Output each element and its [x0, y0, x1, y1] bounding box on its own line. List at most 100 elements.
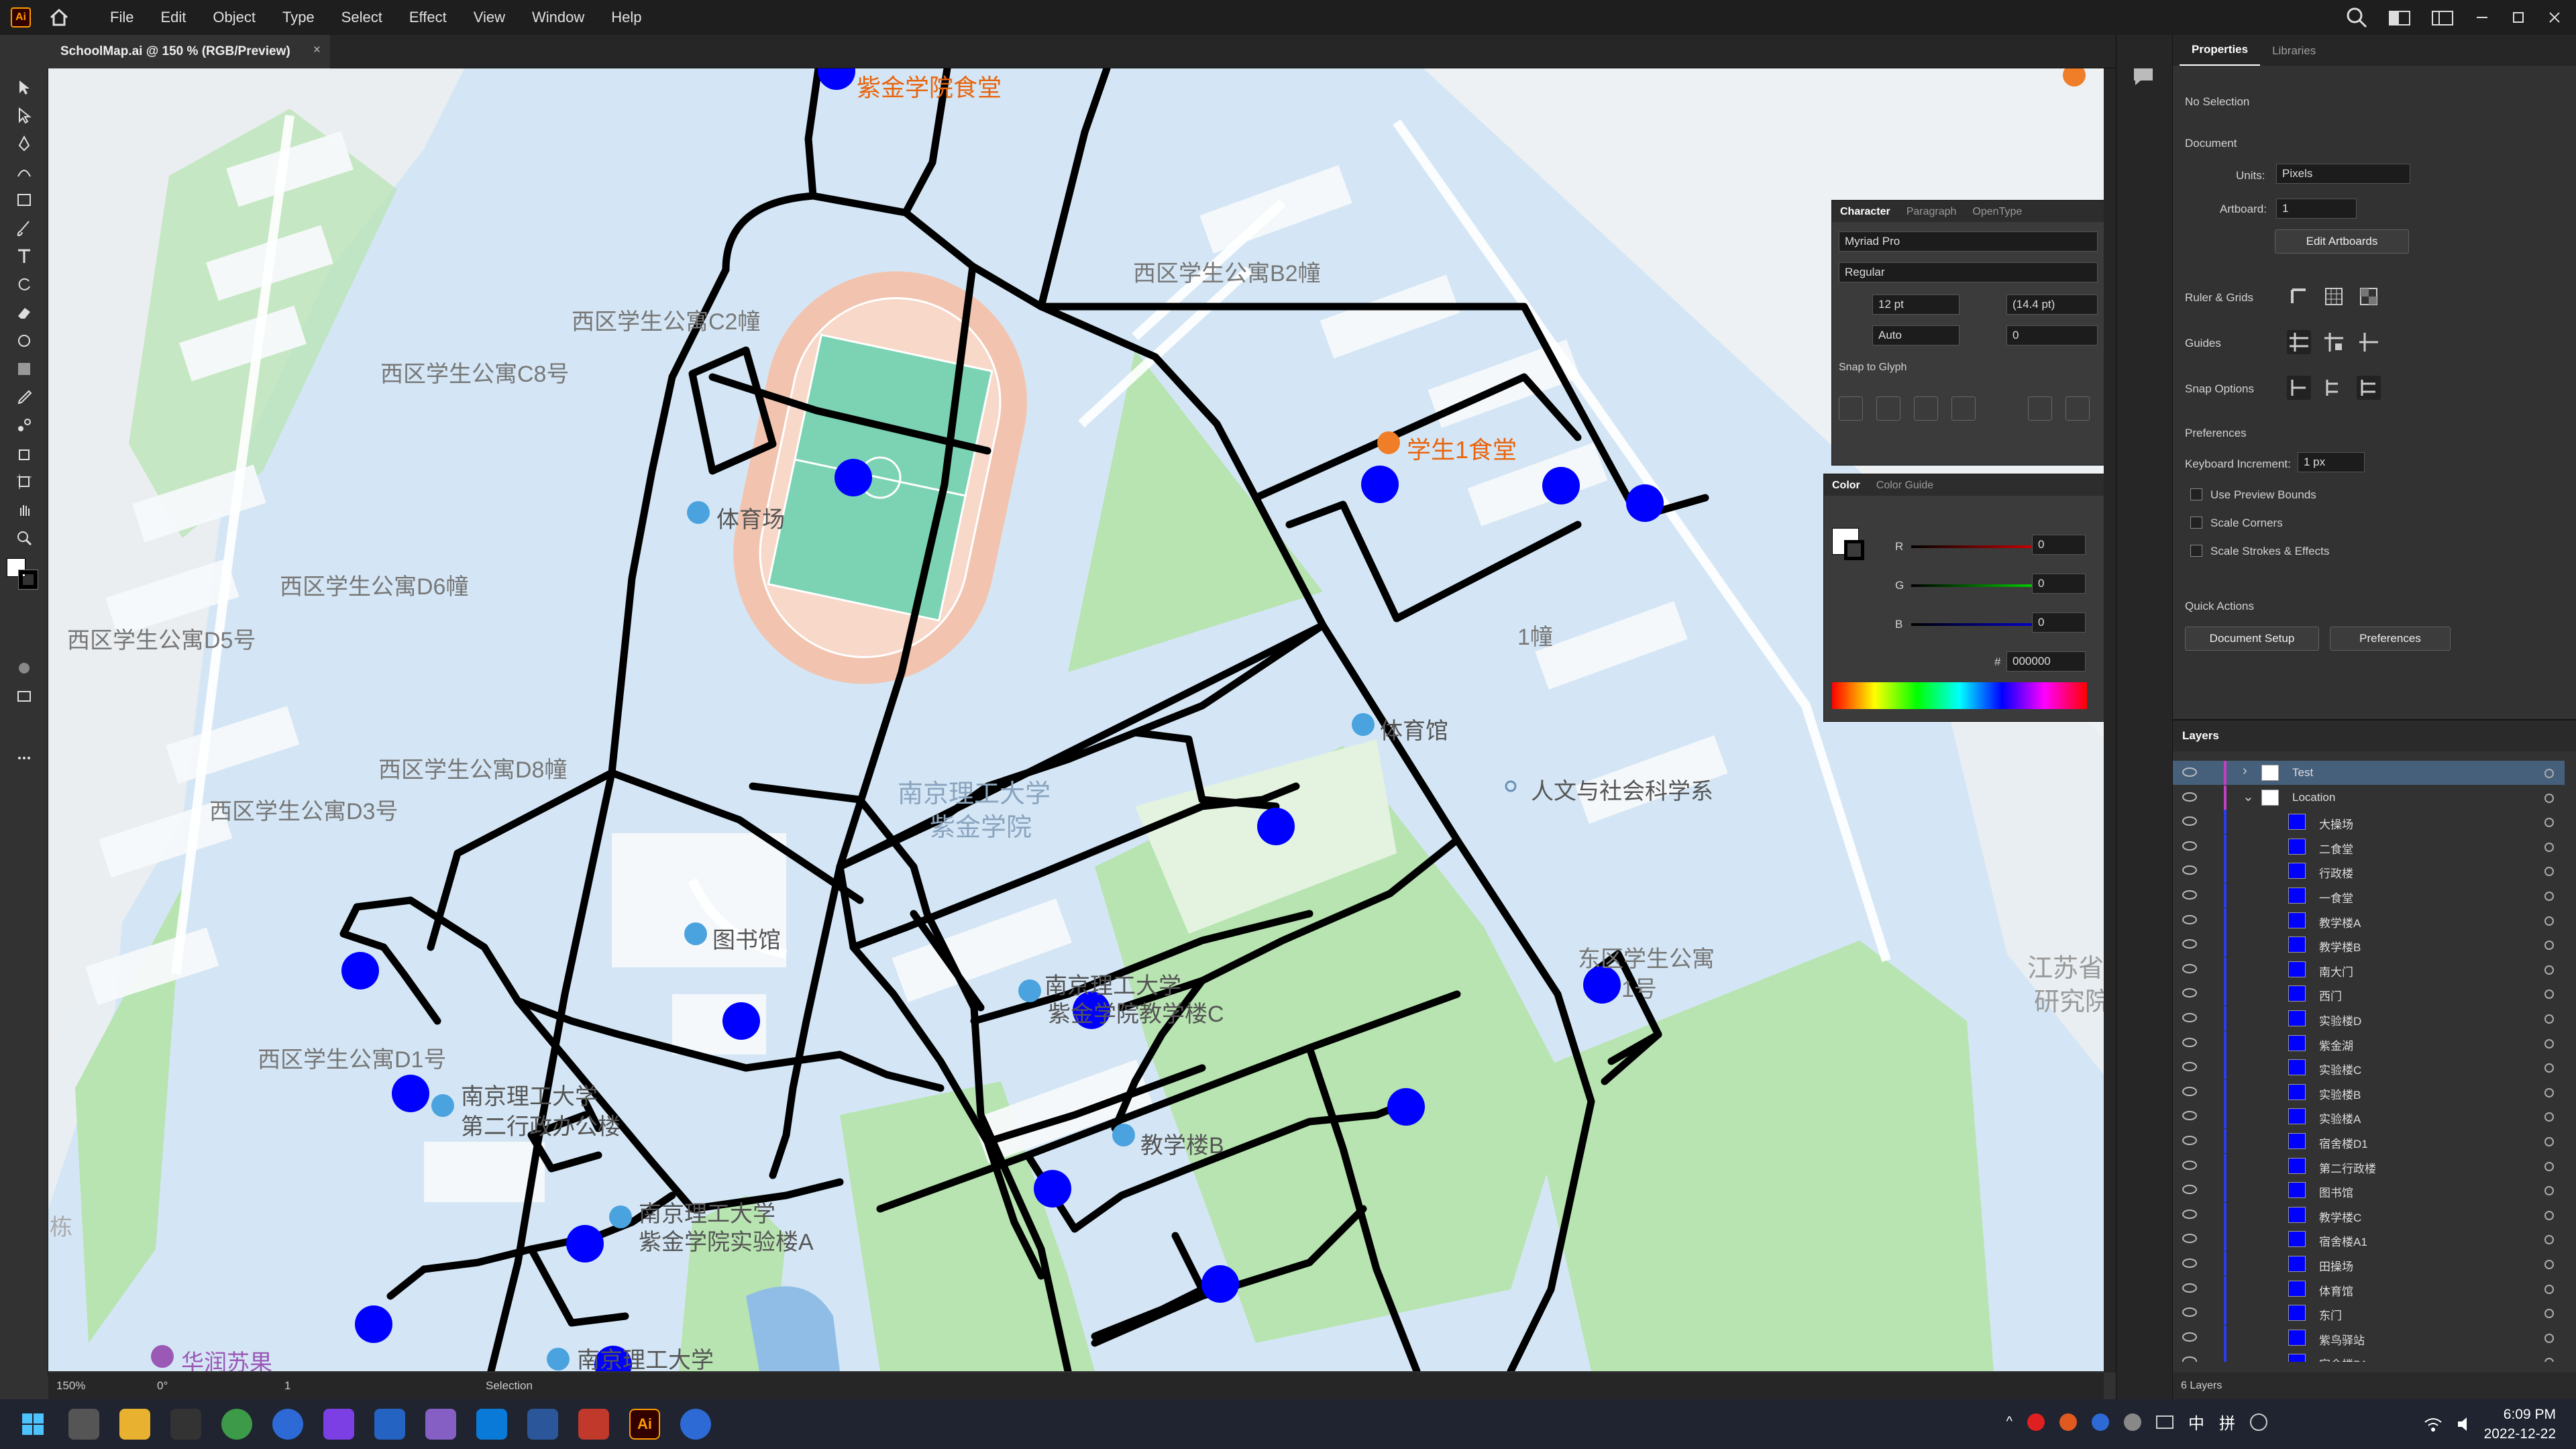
visual-studio-icon[interactable]: [425, 1409, 456, 1440]
visibility-eye-icon[interactable]: [2182, 792, 2197, 802]
target-circle-icon[interactable]: [2544, 1087, 2554, 1097]
menu-effect[interactable]: Effect: [396, 0, 460, 35]
menu-file[interactable]: File: [97, 0, 147, 35]
target-circle-icon[interactable]: [2544, 1161, 2554, 1171]
selection-tool-icon[interactable]: [12, 75, 36, 99]
layer-row[interactable]: 紫鸟驿站: [2173, 1325, 2565, 1350]
document-setup-button[interactable]: Document Setup: [2185, 627, 2319, 651]
hand-tool-icon[interactable]: [12, 498, 36, 522]
target-circle-icon[interactable]: [2544, 769, 2554, 778]
transparency-grid-icon[interactable]: [2357, 284, 2381, 309]
g-field[interactable]: 0: [2032, 574, 2086, 594]
target-circle-icon[interactable]: [2544, 941, 2554, 951]
visibility-eye-icon[interactable]: [2182, 1037, 2197, 1047]
preferences-button[interactable]: Preferences: [2330, 627, 2451, 651]
layer-row[interactable]: 宿舍楼A1: [2173, 1227, 2565, 1252]
wifi-icon[interactable]: [2423, 1414, 2443, 1434]
visibility-eye-icon[interactable]: [2182, 1160, 2197, 1170]
tray-app3-icon[interactable]: [2092, 1413, 2109, 1431]
tab-color-guide[interactable]: Color Guide: [1868, 480, 1941, 496]
visibility-eye-icon[interactable]: [2182, 865, 2197, 875]
word-icon[interactable]: [527, 1409, 558, 1440]
paintbrush-tool-icon[interactable]: [12, 216, 36, 240]
todo-icon[interactable]: [272, 1409, 303, 1440]
current-tool[interactable]: Selection: [486, 1379, 533, 1393]
layer-row[interactable]: 南大门: [2173, 957, 2565, 981]
blend-tool-icon[interactable]: [12, 413, 36, 437]
app-icon[interactable]: [476, 1409, 507, 1440]
menu-edit[interactable]: Edit: [147, 0, 199, 35]
visibility-eye-icon[interactable]: [2182, 1111, 2197, 1121]
snap-xheight-icon[interactable]: [1876, 396, 1900, 421]
tab-color[interactable]: Color: [1824, 480, 1868, 496]
visibility-eye-icon[interactable]: [2182, 767, 2197, 777]
layer-row[interactable]: 东门: [2173, 1301, 2565, 1326]
ruler-icon[interactable]: [2287, 284, 2311, 309]
smart-guides-icon[interactable]: [2357, 330, 2381, 354]
scale-corners-checkbox[interactable]: [2190, 517, 2202, 529]
target-circle-icon[interactable]: [2544, 1063, 2554, 1073]
snap-anchor-icon[interactable]: [2065, 396, 2090, 421]
visibility-eye-icon[interactable]: [2182, 1258, 2197, 1268]
snap-to-point-icon[interactable]: [2287, 376, 2311, 400]
snap-glyph-bounds-icon[interactable]: [1914, 396, 1938, 421]
visibility-eye-icon[interactable]: [2182, 1013, 2197, 1022]
target-circle-icon[interactable]: [2544, 1137, 2554, 1146]
workspace-icon[interactable]: [2431, 9, 2454, 26]
rectangle-tool-icon[interactable]: [12, 188, 36, 212]
layer-row[interactable]: 行政楼: [2173, 859, 2565, 883]
tab-properties[interactable]: Properties: [2180, 43, 2261, 66]
b-field[interactable]: 0: [2032, 612, 2086, 633]
artboard-number[interactable]: 1: [284, 1379, 325, 1393]
layer-row[interactable]: 实验楼D: [2173, 1006, 2565, 1030]
target-circle-icon[interactable]: [2544, 1038, 2554, 1049]
font-size-field[interactable]: 12 pt: [1872, 294, 1960, 315]
visibility-eye-icon[interactable]: [2182, 1332, 2197, 1342]
gradient-tool-icon[interactable]: [12, 357, 36, 381]
layer-row[interactable]: 田操场: [2173, 1252, 2565, 1276]
tab-libraries[interactable]: Libraries: [2260, 44, 2328, 66]
chevron-right-icon[interactable]: ›: [2243, 763, 2247, 779]
ime-mode[interactable]: 中: [2188, 1410, 2204, 1434]
hex-field[interactable]: 000000: [2006, 651, 2086, 672]
use-preview-bounds-checkbox[interactable]: [2190, 488, 2202, 500]
settings-icon[interactable]: [2250, 1413, 2267, 1431]
visibility-eye-icon[interactable]: [2182, 939, 2197, 949]
target-circle-icon[interactable]: [2544, 1333, 2554, 1343]
task-app-icon[interactable]: [680, 1409, 711, 1440]
layer-row[interactable]: Test ›: [2173, 761, 2565, 785]
rotate-tool-icon[interactable]: [12, 272, 36, 297]
target-circle-icon[interactable]: [2544, 842, 2554, 852]
image-app-icon[interactable]: [578, 1409, 609, 1440]
search-icon[interactable]: [2345, 6, 2368, 29]
visibility-eye-icon[interactable]: [2182, 1136, 2197, 1145]
layer-row[interactable]: 体育馆: [2173, 1276, 2565, 1301]
screen-mode-icon[interactable]: [12, 684, 36, 708]
target-circle-icon[interactable]: [2544, 1235, 2554, 1245]
units-dropdown[interactable]: Pixels: [2276, 164, 2410, 184]
zoom-tool-icon[interactable]: [12, 526, 36, 550]
document-tab[interactable]: SchoolMap.ai @ 150 % (RGB/Preview) ×: [48, 35, 330, 68]
home-icon[interactable]: [48, 7, 70, 28]
layer-row[interactable]: 紫金湖: [2173, 1030, 2565, 1055]
layer-row[interactable]: 教学楼A: [2173, 908, 2565, 932]
leading-field[interactable]: (14.4 pt): [2006, 294, 2098, 315]
ime-pinyin[interactable]: 拼: [2219, 1410, 2235, 1434]
visibility-eye-icon[interactable]: [2182, 890, 2197, 900]
vertical-scrollbar[interactable]: [2104, 68, 2116, 1373]
visibility-eye-icon[interactable]: [2182, 1086, 2197, 1096]
edit-artboards-button[interactable]: Edit Artboards: [2275, 229, 2409, 254]
snap-to-grid-icon[interactable]: [2357, 376, 2381, 400]
visibility-eye-icon[interactable]: [2182, 914, 2197, 924]
menu-select[interactable]: Select: [328, 0, 396, 35]
kerning-field[interactable]: Auto: [1872, 325, 1960, 345]
visibility-eye-icon[interactable]: [2182, 1307, 2197, 1318]
acrobat-icon[interactable]: [170, 1409, 201, 1440]
eyedropper-tool-icon[interactable]: [12, 385, 36, 409]
font-family-field[interactable]: Myriad Pro: [1839, 231, 2098, 252]
system-clock[interactable]: 6:09 PM 2022-12-22: [2484, 1405, 2556, 1444]
visibility-eye-icon[interactable]: [2182, 988, 2197, 998]
obsidian-icon[interactable]: [323, 1409, 354, 1440]
file-explorer-icon[interactable]: [119, 1409, 150, 1440]
layer-row[interactable]: Location ⌄: [2173, 785, 2565, 810]
